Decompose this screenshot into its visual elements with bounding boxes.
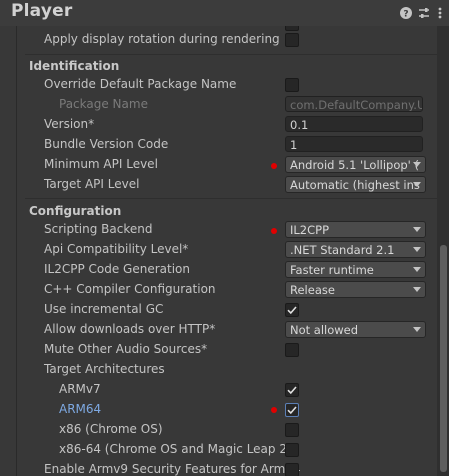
bundle-version-row: Bundle Version Code 1 <box>17 135 437 155</box>
checkmark-icon <box>287 386 297 395</box>
section-divider <box>25 198 437 199</box>
api-compat-label: Api Compatibility Level* <box>44 242 189 256</box>
armv7-checkbox[interactable] <box>285 383 299 397</box>
display-rotation-row: Apply display rotation during rendering <box>17 30 437 50</box>
target-api-value: Automatic (highest ins <box>290 178 420 192</box>
x86-checkbox[interactable] <box>285 423 299 437</box>
mute-audio-checkbox[interactable] <box>285 343 299 357</box>
mute-audio-label: Mute Other Audio Sources* <box>44 342 208 356</box>
bundle-version-label: Bundle Version Code <box>44 137 169 151</box>
cpp-compiler-label: C++ Compiler Configuration <box>44 282 216 296</box>
identification-heading: Identification <box>29 59 120 73</box>
arm64-checkbox[interactable] <box>285 403 299 417</box>
checkmark-icon <box>287 406 297 415</box>
target-api-row: Target API Level Automatic (highest ins <box>17 175 437 195</box>
chevron-down-icon <box>413 182 421 187</box>
incremental-gc-checkbox[interactable] <box>285 303 299 317</box>
package-name-field: com.DefaultCompany.Ua <box>285 96 423 112</box>
display-rotation-label: Apply display rotation during rendering <box>44 32 280 46</box>
chevron-down-icon <box>413 162 421 167</box>
armv9-row: Enable Armv9 Security Features for Arm64 <box>17 460 437 476</box>
cpp-compiler-row: C++ Compiler Configuration Release <box>17 280 437 300</box>
il2cpp-codegen-dropdown[interactable]: Faster runtime <box>285 261 426 278</box>
scrollbar-thumb[interactable] <box>440 245 447 472</box>
red-marker <box>271 163 277 169</box>
target-arch-label: Target Architectures <box>44 362 165 376</box>
x86-64-checkbox[interactable] <box>285 443 299 457</box>
preset-icon[interactable] <box>417 6 431 20</box>
override-package-checkbox[interactable] <box>285 78 299 92</box>
scripting-backend-value: IL2CPP <box>290 223 330 237</box>
player-settings-panel: Apply display rotation during rendering … <box>16 26 437 476</box>
min-api-label: Minimum API Level <box>44 157 158 171</box>
x86-64-label: x86-64 (Chrome OS and Magic Leap 2) <box>59 442 292 456</box>
target-api-dropdown[interactable]: Automatic (highest ins <box>285 176 426 193</box>
armv7-row: ARMv7 <box>17 380 437 400</box>
allow-http-row: Allow downloads over HTTP* Not allowed <box>17 320 437 340</box>
package-name-row: Package Name com.DefaultCompany.Ua <box>17 95 437 115</box>
red-marker <box>271 228 277 234</box>
incremental-gc-row: Use incremental GC <box>17 300 437 320</box>
inspector-header: Player ? <box>0 0 449 26</box>
min-api-value: Android 5.1 'Lollipop' ( <box>290 158 419 172</box>
cpp-compiler-dropdown[interactable]: Release <box>285 281 426 298</box>
x86-row: x86 (Chrome OS) <box>17 420 437 440</box>
il2cpp-codegen-row: IL2CPP Code Generation Faster runtime <box>17 260 437 280</box>
red-marker <box>271 407 277 413</box>
menu-icon[interactable] <box>433 6 447 20</box>
bundle-version-field[interactable]: 1 <box>285 136 423 152</box>
x86-64-row: x86-64 (Chrome OS and Magic Leap 2) <box>17 440 437 460</box>
chevron-down-icon <box>413 247 421 252</box>
armv9-checkbox[interactable] <box>285 463 299 476</box>
min-api-row: Minimum API Level Android 5.1 'Lollipop'… <box>17 155 437 175</box>
scripting-backend-label: Scripting Backend <box>44 222 153 236</box>
override-package-row: Override Default Package Name <box>17 75 437 95</box>
allow-http-label: Allow downloads over HTTP* <box>44 322 216 336</box>
mute-audio-row: Mute Other Audio Sources* <box>17 340 437 360</box>
chevron-down-icon <box>413 227 421 232</box>
display-rotation-checkbox[interactable] <box>285 33 299 47</box>
arm64-row: ARM64 <box>17 400 437 420</box>
scripting-backend-dropdown[interactable]: IL2CPP <box>285 221 426 238</box>
armv7-label: ARMv7 <box>59 382 101 396</box>
il2cpp-codegen-label: IL2CPP Code Generation <box>44 262 191 276</box>
allow-http-dropdown[interactable]: Not allowed <box>285 321 426 338</box>
min-api-dropdown[interactable]: Android 5.1 'Lollipop' ( <box>285 156 426 173</box>
cpp-compiler-value: Release <box>290 283 335 297</box>
scripting-backend-row: Scripting Backend IL2CPP <box>17 220 437 240</box>
checkmark-icon <box>287 306 297 315</box>
package-name-label: Package Name <box>59 97 148 111</box>
section-divider <box>25 54 437 55</box>
chevron-down-icon <box>413 267 421 272</box>
api-compat-value: .NET Standard 2.1 <box>290 243 395 257</box>
api-compat-row: Api Compatibility Level* .NET Standard 2… <box>17 240 437 260</box>
target-api-label: Target API Level <box>44 177 140 191</box>
version-field[interactable]: 0.1 <box>285 116 423 132</box>
incremental-gc-label: Use incremental GC <box>44 302 164 316</box>
allow-http-value: Not allowed <box>290 323 359 337</box>
il2cpp-codegen-value: Faster runtime <box>290 263 374 277</box>
chevron-down-icon <box>413 287 421 292</box>
configuration-heading: Configuration <box>29 204 122 218</box>
override-package-label: Override Default Package Name <box>44 77 237 91</box>
target-arch-row: Target Architectures <box>17 360 437 380</box>
window-title: Player <box>11 1 73 21</box>
api-compat-dropdown[interactable]: .NET Standard 2.1 <box>285 241 426 258</box>
svg-text:?: ? <box>403 10 408 20</box>
chevron-down-icon <box>413 327 421 332</box>
x86-label: x86 (Chrome OS) <box>59 422 163 436</box>
help-icon[interactable]: ? <box>399 6 413 20</box>
version-label: Version* <box>44 117 95 131</box>
armv9-label: Enable Armv9 Security Features for Arm64 <box>44 462 301 476</box>
arm64-label: ARM64 <box>59 402 102 416</box>
version-row: Version* 0.1 <box>17 115 437 135</box>
